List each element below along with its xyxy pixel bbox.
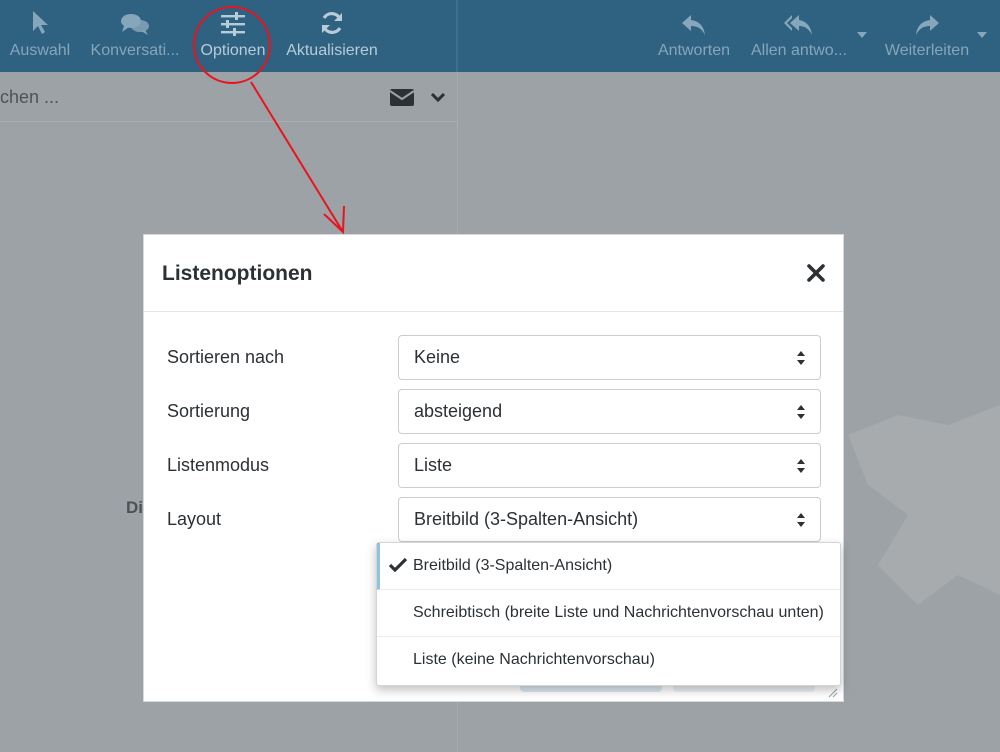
reply-all-dropdown-icon[interactable] <box>857 32 867 38</box>
envelope-icon[interactable] <box>389 87 415 112</box>
list-empty-text: Di <box>126 498 143 517</box>
layout-row: Layout Breitbild (3-Spalten-Ansicht) <box>144 497 843 543</box>
layout-label: Layout <box>167 509 222 529</box>
forward-dropdown-icon[interactable] <box>977 32 987 38</box>
search-row: chen ... <box>0 72 457 122</box>
search-input[interactable]: chen ... <box>0 87 59 108</box>
watermark-logo-icon <box>848 405 1000 605</box>
reply-icon <box>681 0 707 36</box>
forward-label: Weiterleiten <box>884 42 970 59</box>
sort-order-label: Sortierung <box>167 401 251 421</box>
layout-option-label: Schreibtisch (breite Liste und Nachricht… <box>413 604 824 621</box>
layout-value: Breitbild (3-Spalten-Ansicht) <box>414 509 639 529</box>
layout-dropdown-menu: Breitbild (3-Spalten-Ansicht) Schreibtis… <box>376 542 841 686</box>
reply-label: Antworten <box>657 42 731 59</box>
reply-button[interactable]: Antworten <box>652 0 736 72</box>
layout-option-label: Liste (keine Nachrichtenvorschau) <box>413 651 655 668</box>
sort-arrows-icon <box>796 350 806 371</box>
sort-order-value: absteigend <box>414 401 503 421</box>
comments-icon <box>120 0 150 36</box>
list-mode-select[interactable]: Liste <box>398 443 821 488</box>
sort-by-select[interactable]: Keine <box>398 335 821 380</box>
sort-arrows-icon <box>796 458 806 479</box>
list-mode-label: Listenmodus <box>167 455 270 475</box>
select-label: Auswahl <box>9 42 71 59</box>
options-label: Optionen <box>200 42 266 59</box>
sort-by-row: Sortieren nach Keine <box>144 335 843 381</box>
layout-option-label: Breitbild (3-Spalten-Ansicht) <box>413 557 613 574</box>
sort-arrows-icon <box>796 512 806 533</box>
sort-order-row: Sortierung absteigend <box>144 389 843 435</box>
toolbar: Auswahl Konversati... Optionen Aktualisi… <box>0 0 1000 72</box>
reply-all-icon <box>784 0 814 36</box>
forward-icon <box>914 0 940 36</box>
pointer-icon <box>31 0 49 36</box>
sort-by-value: Keine <box>414 347 461 367</box>
reply-all-button[interactable]: Allen antwo... <box>746 0 852 72</box>
dialog-header: Listenoptionen <box>144 235 843 312</box>
reply-all-label: Allen antwo... <box>750 42 848 59</box>
refresh-button[interactable]: Aktualisieren <box>282 0 382 72</box>
sort-order-select[interactable]: absteigend <box>398 389 821 434</box>
layout-option-widescreen[interactable]: Breitbild (3-Spalten-Ansicht) <box>377 543 840 590</box>
check-icon <box>388 557 408 578</box>
layout-option-list[interactable]: Liste (keine Nachrichtenvorschau) <box>377 637 840 684</box>
list-mode-row: Listenmodus Liste <box>144 443 843 489</box>
list-mode-value: Liste <box>414 455 453 475</box>
sort-arrows-icon <box>796 404 806 425</box>
options-button[interactable]: Optionen <box>196 0 270 72</box>
select-button[interactable]: Auswahl <box>6 0 74 72</box>
layout-option-desktop[interactable]: Schreibtisch (breite Liste und Nachricht… <box>377 590 840 637</box>
refresh-label: Aktualisieren <box>286 42 378 59</box>
layout-select[interactable]: Breitbild (3-Spalten-Ansicht) <box>398 497 821 542</box>
conversation-button[interactable]: Konversati... <box>86 0 184 72</box>
toolbar-divider <box>456 0 458 72</box>
sliders-icon <box>220 0 246 36</box>
close-icon[interactable] <box>806 263 828 285</box>
chevron-down-icon[interactable] <box>430 90 446 108</box>
conversation-label: Konversati... <box>90 42 180 59</box>
dialog-title: Listenoptionen <box>162 262 313 285</box>
forward-button[interactable]: Weiterleiten <box>880 0 974 72</box>
resize-handle-icon[interactable] <box>826 686 838 698</box>
refresh-icon <box>319 0 345 36</box>
sort-by-label: Sortieren nach <box>167 347 285 367</box>
